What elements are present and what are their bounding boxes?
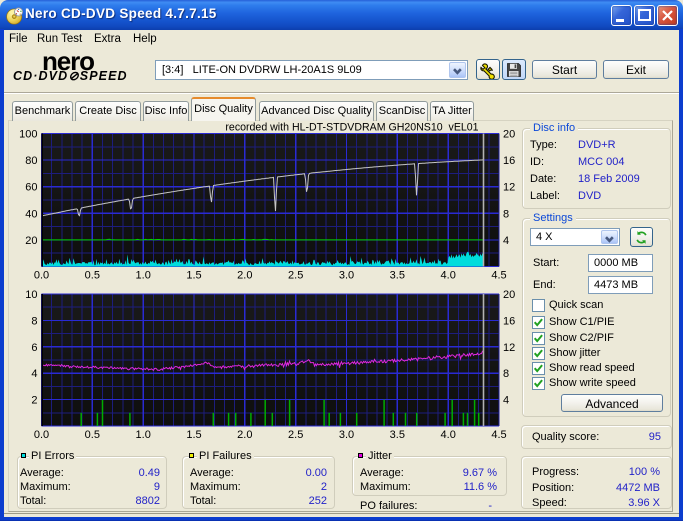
svg-text:10: 10 (25, 289, 37, 301)
svg-text:40: 40 (25, 208, 37, 220)
svg-text:8: 8 (503, 208, 509, 220)
svg-text:2.0: 2.0 (237, 429, 252, 441)
svg-text:2.5: 2.5 (288, 429, 303, 441)
svg-text:2: 2 (31, 395, 37, 407)
svg-text:4: 4 (503, 395, 509, 407)
svg-text:8: 8 (31, 315, 37, 327)
svg-text:4.5: 4.5 (491, 270, 506, 282)
svg-text:4.0: 4.0 (441, 429, 456, 441)
svg-text:6: 6 (31, 342, 37, 354)
svg-text:8: 8 (503, 368, 509, 380)
svg-text:4.5: 4.5 (491, 429, 506, 441)
svg-text:0.0: 0.0 (34, 270, 49, 282)
svg-text:20: 20 (503, 129, 515, 141)
svg-text:1.5: 1.5 (186, 429, 201, 441)
svg-text:3.5: 3.5 (390, 270, 405, 282)
svg-text:1.5: 1.5 (186, 270, 201, 282)
svg-text:2.5: 2.5 (288, 270, 303, 282)
svg-text:0.5: 0.5 (85, 270, 100, 282)
svg-text:20: 20 (503, 289, 515, 301)
svg-text:recorded with HL-DT-STDVDRAM G: recorded with HL-DT-STDVDRAM GH20NS10 vE… (225, 122, 478, 134)
svg-text:3.5: 3.5 (390, 429, 405, 441)
svg-text:12: 12 (503, 342, 515, 354)
svg-text:80: 80 (25, 155, 37, 167)
svg-text:1.0: 1.0 (136, 270, 151, 282)
svg-text:4.0: 4.0 (441, 270, 456, 282)
svg-text:3.0: 3.0 (339, 429, 354, 441)
svg-text:20: 20 (25, 235, 37, 247)
svg-text:1.0: 1.0 (136, 429, 151, 441)
svg-text:60: 60 (25, 182, 37, 194)
svg-text:16: 16 (503, 315, 515, 327)
svg-text:100: 100 (19, 129, 37, 141)
svg-text:4: 4 (503, 235, 509, 247)
svg-text:0.0: 0.0 (34, 429, 49, 441)
svg-text:12: 12 (503, 182, 515, 194)
svg-text:3.0: 3.0 (339, 270, 354, 282)
svg-text:4: 4 (31, 368, 37, 380)
svg-text:0.5: 0.5 (85, 429, 100, 441)
svg-text:16: 16 (503, 155, 515, 167)
svg-text:2.0: 2.0 (237, 270, 252, 282)
